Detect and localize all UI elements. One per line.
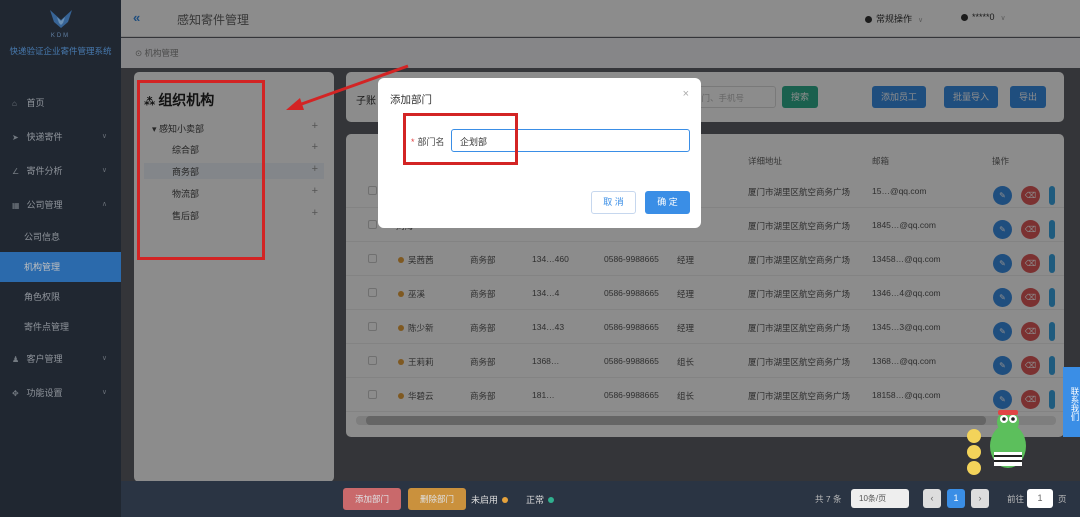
goto-page-input[interactable]: 1 — [1027, 489, 1053, 508]
total-count: 共 7 条 — [815, 494, 842, 504]
footer-bar: 添加部门 删除部门 未启用 正常 共 7 条 10条/页 ‹ 1 › 前往 1 … — [121, 481, 1080, 517]
annotation-box-org-panel — [137, 80, 265, 260]
legend-normal-label: 正常 — [526, 495, 545, 505]
delete-department-button[interactable]: 删除部门 — [408, 488, 467, 510]
legend-disabled-label: 未启用 — [471, 495, 499, 505]
status-dot-icon — [502, 497, 509, 503]
contact-us-widget[interactable]: 联系我们 — [1063, 367, 1080, 437]
goto-label: 前往 — [1007, 494, 1025, 504]
legend-normal: 正常 — [526, 493, 555, 506]
annotation-box-field — [403, 113, 518, 165]
close-icon[interactable]: × — [683, 88, 689, 100]
page-unit: 页 — [1058, 494, 1067, 504]
dialog-title: 添加部门 — [390, 94, 432, 106]
status-dot-icon — [548, 497, 555, 503]
next-page-icon[interactable]: › — [971, 489, 989, 508]
confirm-button[interactable]: 确 定 — [645, 191, 690, 214]
page-size-select[interactable]: 10条/页 — [851, 489, 909, 508]
cancel-button[interactable]: 取 消 — [591, 191, 636, 214]
add-department-button[interactable]: 添加部门 — [343, 488, 402, 510]
mascot-icon — [967, 410, 1026, 475]
prev-page-icon[interactable]: ‹ — [923, 489, 941, 508]
page-number[interactable]: 1 — [947, 489, 965, 508]
sidebar-overlay — [0, 0, 121, 517]
legend-disabled: 未启用 — [471, 493, 509, 506]
